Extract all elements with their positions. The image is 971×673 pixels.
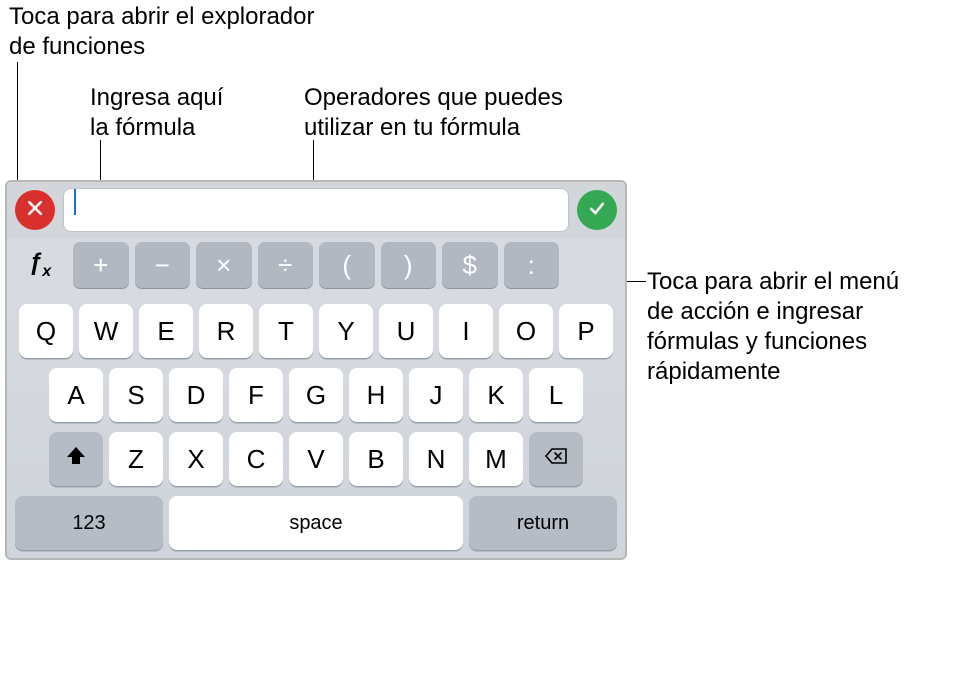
check-icon xyxy=(587,198,607,223)
callout-quick-action: Toca para abrir el menú de acción e ingr… xyxy=(647,267,967,387)
key-y[interactable]: Y xyxy=(319,304,373,358)
key-h[interactable]: H xyxy=(349,368,403,422)
key-w[interactable]: W xyxy=(79,304,133,358)
key-n[interactable]: N xyxy=(409,432,463,486)
operator-divide[interactable]: ÷ xyxy=(258,242,314,288)
x-icon xyxy=(25,198,45,223)
key-j[interactable]: J xyxy=(409,368,463,422)
operator-multiply[interactable]: × xyxy=(196,242,252,288)
callout-function-browser: Toca para abrir el explorador de funcion… xyxy=(9,2,369,62)
formula-bar xyxy=(7,182,625,238)
key-c[interactable]: C xyxy=(229,432,283,486)
callout-formula-input: Ingresa aquí la fórmula xyxy=(90,83,290,143)
key-t[interactable]: T xyxy=(259,304,313,358)
space-key[interactable]: space xyxy=(169,496,463,550)
callout-operators: Operadores que puedes utilizar en tu fór… xyxy=(304,83,604,143)
formula-input[interactable] xyxy=(63,188,569,232)
return-key[interactable]: return xyxy=(469,496,617,550)
keyboard-bottom-row: 123 space return xyxy=(11,496,621,550)
key-g[interactable]: G xyxy=(289,368,343,422)
key-p[interactable]: P xyxy=(559,304,613,358)
key-z[interactable]: Z xyxy=(109,432,163,486)
key-m[interactable]: M xyxy=(469,432,523,486)
function-browser-button[interactable]: ƒx xyxy=(13,242,67,288)
operator-lparen[interactable]: ( xyxy=(319,242,375,288)
key-i[interactable]: I xyxy=(439,304,493,358)
key-u[interactable]: U xyxy=(379,304,433,358)
key-d[interactable]: D xyxy=(169,368,223,422)
confirm-button[interactable] xyxy=(577,190,617,230)
shift-key[interactable] xyxy=(49,432,103,486)
operator-colon[interactable]: : xyxy=(504,242,560,288)
operator-minus[interactable]: − xyxy=(135,242,191,288)
key-k[interactable]: K xyxy=(469,368,523,422)
quick-action-button[interactable] xyxy=(565,242,619,288)
key-o[interactable]: O xyxy=(499,304,553,358)
keyboard-row: Z X C V B N M xyxy=(11,432,621,486)
backspace-key[interactable] xyxy=(529,432,583,486)
key-v[interactable]: V xyxy=(289,432,343,486)
operator-row: ƒx + − × ÷ ( ) $ : xyxy=(7,238,625,298)
key-q[interactable]: Q xyxy=(19,304,73,358)
operator-rparen[interactable]: ) xyxy=(381,242,437,288)
key-s[interactable]: S xyxy=(109,368,163,422)
keyboard-row: A S D F G H J K L xyxy=(11,368,621,422)
key-e[interactable]: E xyxy=(139,304,193,358)
key-r[interactable]: R xyxy=(199,304,253,358)
leader-line xyxy=(624,281,646,282)
text-cursor xyxy=(74,189,76,215)
keyboard-row: Q W E R T Y U I O P xyxy=(11,304,621,358)
operator-plus[interactable]: + xyxy=(73,242,129,288)
formula-keyboard-panel: ƒx + − × ÷ ( ) $ : Q W E R T Y U I O P xyxy=(5,180,627,560)
operator-dollar[interactable]: $ xyxy=(442,242,498,288)
key-l[interactable]: L xyxy=(529,368,583,422)
qwerty-keyboard: Q W E R T Y U I O P A S D F G H J K L xyxy=(7,298,625,558)
key-x[interactable]: X xyxy=(169,432,223,486)
shift-icon xyxy=(64,444,88,475)
key-a[interactable]: A xyxy=(49,368,103,422)
numbers-key[interactable]: 123 xyxy=(15,496,163,550)
backspace-icon xyxy=(544,444,568,475)
key-f[interactable]: F xyxy=(229,368,283,422)
fx-icon: ƒx xyxy=(29,249,51,281)
key-b[interactable]: B xyxy=(349,432,403,486)
cancel-button[interactable] xyxy=(15,190,55,230)
